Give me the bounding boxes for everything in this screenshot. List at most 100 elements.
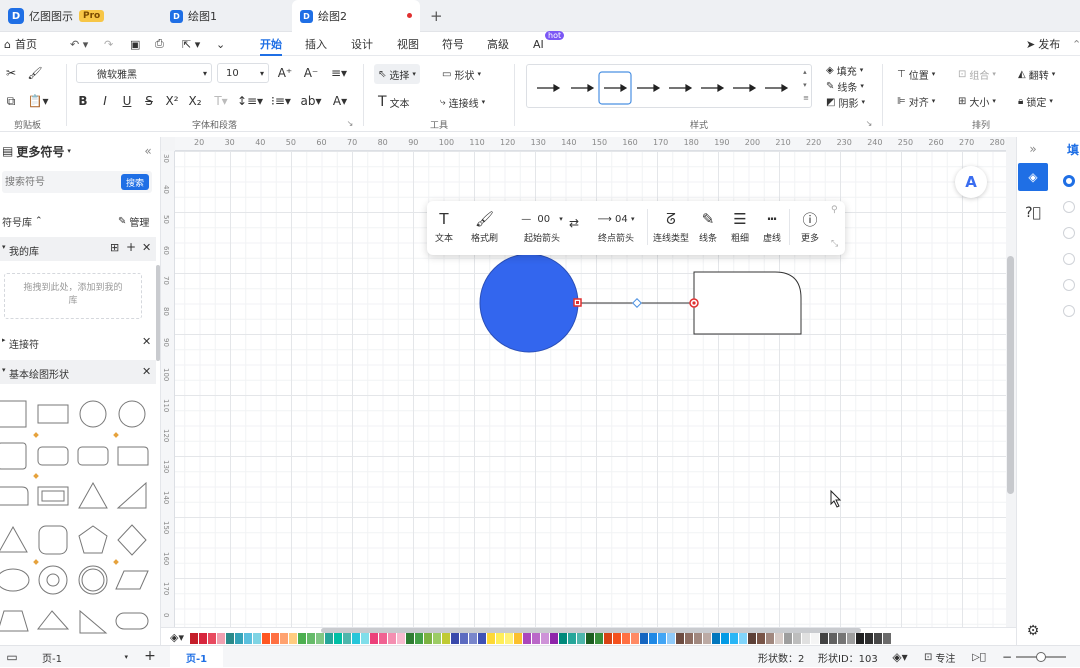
round-corner-shape[interactable]: [0, 486, 29, 506]
app-tab[interactable]: D 亿图图示 Pro: [0, 0, 158, 32]
color-swatch[interactable]: [433, 633, 441, 644]
color-swatch[interactable]: [415, 633, 423, 644]
fill-option-radio[interactable]: [1063, 305, 1075, 317]
circle-shape[interactable]: [118, 400, 146, 428]
color-swatch[interactable]: [487, 633, 495, 644]
tab-drawing2[interactable]: D 绘图2: [292, 0, 420, 32]
group-button[interactable]: ⊡ 组合 ▾: [958, 66, 996, 82]
more-quick-icon[interactable]: ⌄: [216, 32, 225, 56]
paste-icon[interactable]: 📋▾: [26, 92, 50, 110]
color-swatch[interactable]: [793, 633, 801, 644]
font-shrink-icon[interactable]: A⁻: [302, 64, 320, 82]
triangle-shape[interactable]: [0, 525, 28, 553]
color-swatch[interactable]: [775, 633, 783, 644]
color-swatch[interactable]: [649, 633, 657, 644]
color-swatch[interactable]: [298, 633, 306, 644]
color-swatch[interactable]: [289, 633, 297, 644]
ctx-more-button[interactable]: ⓘ 更多: [801, 207, 819, 245]
color-swatch[interactable]: [577, 633, 585, 644]
close-icon[interactable]: ✕: [142, 335, 151, 348]
menu-symbol[interactable]: 符号: [442, 32, 464, 56]
parallelogram-shape[interactable]: [115, 570, 149, 590]
zoom-slider-thumb[interactable]: [1036, 652, 1046, 662]
menu-view[interactable]: 视图: [397, 32, 419, 56]
color-swatch[interactable]: [325, 633, 333, 644]
circle-shape[interactable]: [79, 400, 107, 428]
symbol-library-toggle[interactable]: 符号库 ⌃: [2, 213, 43, 229]
fill-panel-icon[interactable]: ◈: [1018, 163, 1048, 191]
text-effect-icon[interactable]: ab▾: [299, 92, 323, 110]
shadow-button[interactable]: ◩ 阴影 ▾: [826, 94, 865, 110]
redo-button[interactable]: ↷: [104, 32, 113, 56]
copy-icon[interactable]: ⧉: [2, 92, 20, 110]
page-tab-active[interactable]: 页-1: [170, 646, 224, 668]
color-swatch[interactable]: [343, 633, 351, 644]
rounded-square-shape[interactable]: [38, 525, 68, 555]
italic-icon[interactable]: I: [98, 92, 112, 110]
menu-advanced[interactable]: 高级: [487, 32, 509, 56]
align-button[interactable]: ⊫ 对齐 ▾: [897, 93, 935, 109]
menu-ai[interactable]: AI hot: [533, 31, 565, 56]
color-swatch[interactable]: [514, 633, 522, 644]
color-swatch[interactable]: [226, 633, 234, 644]
color-swatch[interactable]: [604, 633, 612, 644]
tab-drawing1[interactable]: D 绘图1: [162, 0, 288, 32]
color-swatch[interactable]: [667, 633, 675, 644]
color-swatch[interactable]: [406, 633, 414, 644]
swap-arrows-icon[interactable]: ⇄: [569, 211, 579, 235]
color-swatch[interactable]: [595, 633, 603, 644]
color-swatch[interactable]: [523, 633, 531, 644]
text-tool-button[interactable]: T 文本: [378, 92, 410, 112]
ctx-dash-button[interactable]: ┅ 虚线: [763, 207, 781, 244]
color-swatch[interactable]: [469, 633, 477, 644]
menu-insert[interactable]: 插入: [305, 32, 327, 56]
manage-button[interactable]: ✎ 管理: [118, 213, 149, 229]
color-swatch[interactable]: [721, 633, 729, 644]
publish-button[interactable]: ➤ 发布: [1026, 32, 1060, 56]
connector-tool-button[interactable]: ⤷ 连接线 ▾: [440, 92, 485, 112]
color-swatch[interactable]: [253, 633, 261, 644]
my-library-drop-zone[interactable]: 拖拽到此处，添加到我的库: [4, 273, 142, 319]
color-swatch[interactable]: [829, 633, 837, 644]
symbol-search-input[interactable]: [2, 171, 112, 193]
color-swatch[interactable]: [424, 633, 432, 644]
ctx-end-arrow-select[interactable]: ⟶ 04 ▾ 终点箭头: [587, 207, 645, 245]
ctx-start-arrow-select[interactable]: — 00 ▾ 起始箭头: [515, 207, 569, 245]
color-swatch[interactable]: [568, 633, 576, 644]
color-swatch[interactable]: [730, 633, 738, 644]
color-swatch[interactable]: [451, 633, 459, 644]
font-color-icon[interactable]: A▾: [330, 92, 350, 110]
add-page-icon[interactable]: +: [142, 648, 158, 664]
color-swatch[interactable]: [244, 633, 252, 644]
export-icon[interactable]: ⇱ ▾: [182, 32, 200, 56]
shrink-icon[interactable]: ⤡: [831, 239, 838, 249]
bold-icon[interactable]: B: [76, 92, 90, 110]
rounded-square-shape[interactable]: [0, 442, 27, 470]
color-swatch[interactable]: [388, 633, 396, 644]
color-swatch[interactable]: [370, 633, 378, 644]
flip-button[interactable]: ◭ 翻转 ▾: [1018, 66, 1055, 82]
color-swatch[interactable]: [271, 633, 279, 644]
color-swatch[interactable]: [235, 633, 243, 644]
color-swatch[interactable]: [496, 633, 504, 644]
color-swatch[interactable]: [334, 633, 342, 644]
rounded-corner-rectangle-shape[interactable]: [693, 271, 802, 335]
color-swatch[interactable]: [208, 633, 216, 644]
rounded-rectangle-shape[interactable]: [77, 446, 109, 466]
lock-button[interactable]: 🔒︎ 锁定 ▾: [1018, 93, 1053, 109]
cut-icon[interactable]: ✂: [2, 64, 20, 82]
color-swatch[interactable]: [478, 633, 486, 644]
color-swatch[interactable]: [442, 633, 450, 644]
rounded-rectangle-shape[interactable]: [37, 446, 69, 466]
color-swatch[interactable]: [694, 633, 702, 644]
color-swatch[interactable]: [550, 633, 558, 644]
color-swatch[interactable]: [352, 633, 360, 644]
layers-icon[interactable]: ◈▾: [887, 649, 913, 665]
style-option[interactable]: [669, 83, 693, 93]
color-swatch[interactable]: [280, 633, 288, 644]
connectors-header[interactable]: ▸ 连接符 ✕: [0, 333, 156, 351]
zoom-out-icon[interactable]: −: [1000, 649, 1014, 665]
text-case-icon[interactable]: T▾: [211, 92, 231, 110]
color-swatch[interactable]: [460, 633, 468, 644]
color-swatch[interactable]: [766, 633, 774, 644]
